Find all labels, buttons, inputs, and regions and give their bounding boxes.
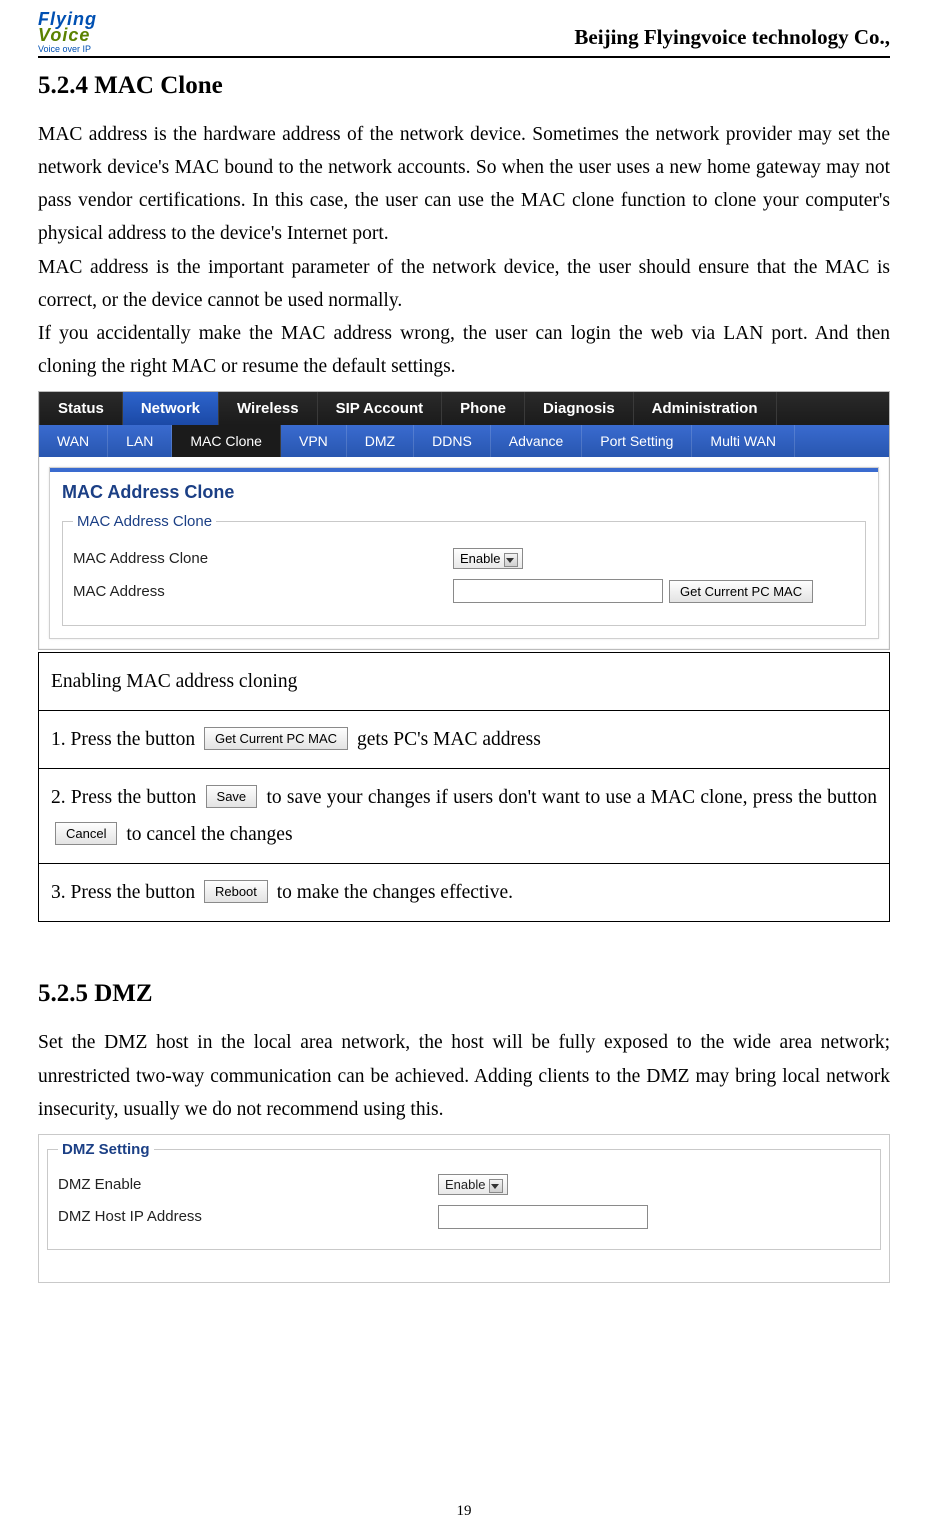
mac-clone-select[interactable]: Enable — [453, 548, 523, 569]
instr2-b: to save your changes if users don't want… — [266, 787, 877, 808]
instr3-a: 3. Press the button — [51, 882, 200, 903]
company-name: Beijing Flyingvoice technology Co., — [574, 25, 890, 50]
dmz-enable-label: DMZ Enable — [58, 1176, 438, 1193]
dmz-fieldset: DMZ Setting DMZ Enable Enable DMZ Host I… — [47, 1141, 881, 1250]
instr-step-2: 2. Press the button Save to save your ch… — [39, 769, 890, 864]
btn-reboot[interactable]: Reboot — [204, 880, 268, 903]
subtab-lan[interactable]: LAN — [108, 425, 172, 457]
mac-para-1: MAC address is the hardware address of t… — [38, 118, 890, 251]
mac-fieldset: MAC Address Clone MAC Address Clone Enab… — [62, 513, 866, 626]
dmz-screenshot: DMZ Setting DMZ Enable Enable DMZ Host I… — [38, 1134, 890, 1283]
page-number: 19 — [0, 1503, 928, 1520]
mac-legend: MAC Address Clone — [73, 513, 216, 530]
heading-mac-clone: 5.2.4 MAC Clone — [38, 72, 890, 100]
tab-network[interactable]: Network — [123, 392, 219, 425]
mac-address-label: MAC Address — [73, 583, 453, 600]
get-current-pc-mac-button[interactable]: Get Current PC MAC — [669, 580, 813, 603]
logo: Flying Voice Voice over IP — [38, 10, 97, 54]
mac-clone-screenshot: Status Network Wireless SIP Account Phon… — [38, 391, 890, 650]
instr1-a: 1. Press the button — [51, 729, 200, 750]
heading-dmz: 5.2.5 DMZ — [38, 980, 890, 1008]
mac-para-2: MAC address is the important parameter o… — [38, 251, 890, 317]
subtab-dmz[interactable]: DMZ — [347, 425, 414, 457]
instr2-a: 2. Press the button — [51, 787, 202, 808]
dmz-paragraph-wrap: Set the DMZ host in the local area netwo… — [38, 1026, 890, 1125]
logo-tagline: Voice over IP — [38, 45, 91, 54]
dmz-legend: DMZ Setting — [58, 1141, 154, 1158]
btn-get-current-pc-mac[interactable]: Get Current PC MAC — [204, 727, 348, 750]
page-header: Flying Voice Voice over IP Beijing Flyin… — [38, 10, 890, 58]
instr3-b: to make the changes effective. — [277, 882, 513, 903]
subtab-advance[interactable]: Advance — [491, 425, 582, 457]
tab-administration[interactable]: Administration — [634, 392, 777, 425]
mac-clone-label: MAC Address Clone — [73, 550, 453, 567]
mac-clone-paragraphs: MAC address is the hardware address of t… — [38, 118, 890, 383]
tab-status[interactable]: Status — [39, 392, 123, 425]
tab-sip-account[interactable]: SIP Account — [318, 392, 443, 425]
tab-diagnosis[interactable]: Diagnosis — [525, 392, 634, 425]
subtab-ddns[interactable]: DDNS — [414, 425, 491, 457]
main-tabs: Status Network Wireless SIP Account Phon… — [39, 392, 889, 425]
mac-para-3: If you accidentally make the MAC address… — [38, 317, 890, 383]
instr-title: Enabling MAC address cloning — [39, 653, 890, 711]
logo-text-voice: Voice — [38, 26, 90, 44]
instruction-table: Enabling MAC address cloning 1. Press th… — [38, 652, 890, 922]
mac-panel-inner: MAC Address Clone MAC Address Clone MAC … — [49, 467, 879, 639]
subtab-vpn[interactable]: VPN — [281, 425, 347, 457]
dmz-enable-select[interactable]: Enable — [438, 1174, 508, 1195]
subtab-mac-clone[interactable]: MAC Clone — [172, 425, 281, 457]
subtab-wan[interactable]: WAN — [39, 425, 108, 457]
dmz-para: Set the DMZ host in the local area netwo… — [38, 1026, 890, 1125]
mac-address-input[interactable] — [453, 579, 663, 603]
panel-header: MAC Address Clone — [50, 468, 878, 507]
sub-tabs: WAN LAN MAC Clone VPN DMZ DDNS Advance P… — [39, 425, 889, 457]
subtab-port-setting[interactable]: Port Setting — [582, 425, 692, 457]
tab-phone[interactable]: Phone — [442, 392, 525, 425]
btn-cancel[interactable]: Cancel — [55, 822, 117, 845]
dmz-host-ip-input[interactable] — [438, 1205, 648, 1229]
instr2-c: to cancel the changes — [126, 824, 292, 845]
tab-wireless[interactable]: Wireless — [219, 392, 318, 425]
instr-step-3: 3. Press the button Reboot to make the c… — [39, 864, 890, 922]
subtab-multi-wan[interactable]: Multi WAN — [692, 425, 795, 457]
dmz-host-ip-label: DMZ Host IP Address — [58, 1208, 438, 1225]
btn-save[interactable]: Save — [206, 785, 258, 808]
instr1-b: gets PC's MAC address — [357, 729, 541, 750]
instr-step-1: 1. Press the button Get Current PC MAC g… — [39, 711, 890, 769]
